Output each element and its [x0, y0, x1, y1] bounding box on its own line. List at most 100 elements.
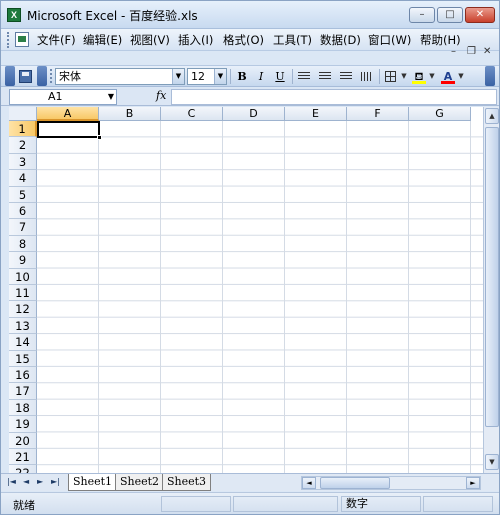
select-all-button[interactable]	[9, 107, 37, 121]
menu-grip-handle[interactable]	[7, 32, 10, 48]
row-header-6[interactable]: 6	[9, 203, 37, 220]
formula-input[interactable]	[171, 89, 497, 105]
row-header-18[interactable]: 18	[9, 399, 37, 417]
prev-sheet-button[interactable]: ◄	[23, 477, 29, 486]
row-header-11[interactable]: 11	[9, 285, 37, 302]
sheet-tab-bar: |◄ ◄ ► ►| Sheet1 Sheet2 Sheet3 ◄ ►	[1, 473, 499, 491]
status-panel	[161, 496, 231, 512]
font-name-select[interactable]: 宋体 ▼	[55, 68, 185, 85]
row-header-8[interactable]: 8	[9, 235, 37, 253]
first-sheet-button[interactable]: |◄	[7, 477, 16, 486]
menu-tools[interactable]: 工具(T)	[273, 32, 312, 48]
column-header-d[interactable]: D	[223, 107, 285, 121]
row-header-15[interactable]: 15	[9, 350, 37, 367]
vertical-scroll-thumb[interactable]	[485, 127, 499, 427]
row-header-4[interactable]: 4	[9, 170, 37, 187]
active-cell-a1[interactable]	[37, 121, 100, 138]
scroll-up-button[interactable]: ▲	[485, 108, 499, 124]
column-header-f[interactable]: F	[347, 107, 409, 121]
row-header-2[interactable]: 2	[9, 137, 37, 154]
menu-edit[interactable]: 编辑(E)	[83, 32, 122, 48]
toolbar-separator	[379, 69, 380, 84]
menu-window[interactable]: 窗口(W)	[368, 32, 411, 48]
doc-restore-button[interactable]: ❐	[467, 46, 476, 57]
column-header-e[interactable]: E	[285, 107, 347, 121]
font-size-select[interactable]: 12 ▼	[187, 68, 227, 85]
underline-button[interactable]: U	[271, 68, 289, 85]
scroll-left-button[interactable]: ◄	[302, 477, 316, 489]
cell-area[interactable]	[37, 121, 483, 473]
align-left-button[interactable]	[295, 68, 313, 85]
toolbar-handle-mid[interactable]	[37, 66, 47, 86]
align-right-button[interactable]	[337, 68, 355, 85]
font-color-button[interactable]: A	[439, 68, 457, 85]
status-bar: 就绪 数字	[1, 492, 499, 514]
sheet-tab-sheet3[interactable]: Sheet3	[162, 474, 212, 491]
menu-insert[interactable]: 插入(I)	[178, 32, 213, 48]
italic-button[interactable]: I	[252, 68, 270, 85]
row-header-1[interactable]: 1	[9, 121, 37, 138]
excel-app-icon[interactable]: X	[7, 8, 21, 22]
sheet-tab-sheet1[interactable]: Sheet1	[68, 474, 118, 491]
title-bar[interactable]: X Microsoft Excel - 百度经验.xls – □ ✕	[1, 1, 499, 29]
menu-data[interactable]: 数据(D)	[320, 32, 361, 48]
chevron-down-icon[interactable]: ▼	[108, 90, 114, 104]
merge-center-icon	[361, 72, 373, 81]
bold-button[interactable]: B	[233, 68, 251, 85]
borders-button[interactable]	[382, 68, 400, 85]
last-sheet-button[interactable]: ►|	[51, 477, 60, 486]
row-header-7[interactable]: 7	[9, 219, 37, 236]
column-header-g[interactable]: G	[409, 107, 471, 121]
row-header-20[interactable]: 20	[9, 432, 37, 449]
row-header-5[interactable]: 5	[9, 186, 37, 203]
row-header-21[interactable]: 21	[9, 449, 37, 466]
fill-handle[interactable]	[97, 135, 102, 140]
scroll-right-button[interactable]: ►	[466, 477, 480, 489]
toolbar-grip[interactable]	[50, 69, 52, 83]
name-box[interactable]: A1 ▼	[9, 89, 117, 105]
formatting-toolbar: 宋体 ▼ 12 ▼ B I U ▼ ⛾ ▼ A ▼	[1, 65, 499, 87]
horizontal-scrollbar[interactable]: ◄ ►	[301, 476, 481, 490]
column-header-a[interactable]: A	[37, 107, 99, 121]
maximize-button[interactable]: □	[437, 7, 463, 23]
align-center-button[interactable]	[316, 68, 334, 85]
borders-dropdown[interactable]: ▼	[400, 68, 408, 85]
row-header-9[interactable]: 9	[9, 252, 37, 269]
insert-function-button[interactable]: fx	[156, 89, 166, 102]
row-header-16[interactable]: 16	[9, 367, 37, 384]
horizontal-scroll-thumb[interactable]	[320, 477, 390, 489]
save-button[interactable]	[17, 68, 35, 85]
row-header-12[interactable]: 12	[9, 301, 37, 318]
vertical-scrollbar[interactable]: ▲ ▼	[483, 107, 499, 473]
toolbar-handle-left[interactable]	[5, 66, 15, 86]
doc-minimize-button[interactable]: –	[451, 46, 456, 57]
fill-color-button[interactable]: ⛾	[410, 68, 428, 85]
row-header-22[interactable]: 22	[9, 465, 37, 473]
borders-icon	[385, 71, 396, 82]
sheet-tab-sheet2[interactable]: Sheet2	[115, 474, 165, 491]
doc-close-button[interactable]: ✕	[483, 46, 491, 57]
chevron-down-icon[interactable]: ▼	[172, 69, 184, 84]
scroll-down-button[interactable]: ▼	[485, 454, 499, 470]
font-color-dropdown[interactable]: ▼	[457, 68, 465, 85]
column-header-b[interactable]: B	[99, 107, 161, 121]
document-icon[interactable]	[15, 32, 29, 47]
row-header-3[interactable]: 3	[9, 153, 37, 171]
fill-color-dropdown[interactable]: ▼	[428, 68, 436, 85]
row-header-19[interactable]: 19	[9, 416, 37, 433]
row-header-13[interactable]: 13	[9, 317, 37, 335]
toolbar-options[interactable]	[485, 66, 495, 86]
row-header-17[interactable]: 17	[9, 383, 37, 400]
merge-center-button[interactable]	[358, 68, 376, 85]
chevron-down-icon[interactable]: ▼	[214, 69, 226, 84]
menu-file[interactable]: 文件(F)	[37, 32, 76, 48]
worksheet-grid: ABCDEFG 1 2 3 4 5 6 7 8 9 10 11 12 13 14 15 16 17 18 19 20 2…	[9, 107, 483, 473]
next-sheet-button[interactable]: ►	[37, 477, 43, 486]
menu-format[interactable]: 格式(O)	[223, 32, 264, 48]
row-header-14[interactable]: 14	[9, 334, 37, 351]
close-button[interactable]: ✕	[465, 7, 495, 23]
minimize-button[interactable]: –	[409, 7, 435, 23]
row-header-10[interactable]: 10	[9, 268, 37, 285]
column-header-c[interactable]: C	[161, 107, 223, 121]
menu-view[interactable]: 视图(V)	[130, 32, 170, 48]
